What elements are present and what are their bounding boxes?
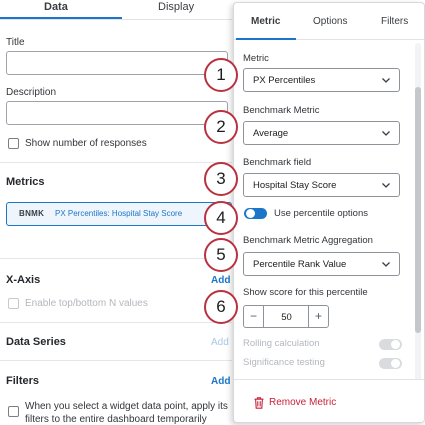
percentile-options-toggle[interactable] <box>244 208 267 219</box>
toggle-knob <box>246 209 255 218</box>
show-responses-label: Show number of responses <box>25 138 147 149</box>
metric-select[interactable]: PX Percentiles <box>243 68 400 92</box>
remove-metric-button[interactable]: Remove Metric <box>269 397 336 408</box>
panel-scrollbar-thumb[interactable] <box>415 87 421 333</box>
title-label: Title <box>6 37 25 48</box>
callout-1: 1 <box>204 58 238 92</box>
benchmark-field-label: Benchmark field <box>243 157 312 168</box>
benchmark-tag: BNMK <box>19 209 45 218</box>
tab-data[interactable]: Data <box>44 1 68 13</box>
metric-settings-panel: Metric Options Filters Metric PX Percent… <box>233 2 425 423</box>
percentile-stepper[interactable]: − 50 + <box>243 305 329 328</box>
metric-item-label: PX Percentiles: Hospital Stay Score <box>55 209 183 218</box>
benchmark-metric-select[interactable]: Average <box>243 121 400 145</box>
add-x-axis-link[interactable]: Add <box>211 275 230 286</box>
benchmark-field-value: Hospital Stay Score <box>253 180 337 191</box>
aggregation-select[interactable]: Percentile Rank Value <box>243 252 400 276</box>
aggregation-value: Percentile Rank Value <box>253 259 347 270</box>
tab-filters[interactable]: Filters <box>381 16 408 27</box>
benchmark-metric-label: Benchmark Metric <box>243 105 320 116</box>
section-divider <box>0 258 232 259</box>
active-tab-indicator <box>236 38 296 40</box>
data-series-section-title: Data Series <box>6 336 66 348</box>
add-filter-link[interactable]: Add <box>211 376 230 387</box>
panel-footer: Remove Metric <box>234 379 424 422</box>
tab-metric[interactable]: Metric <box>251 16 280 27</box>
callout-4: 4 <box>204 201 238 235</box>
tab-options[interactable]: Options <box>313 16 347 27</box>
filters-section-title: Filters <box>6 375 40 387</box>
panel-tab-bar: Metric Options Filters <box>234 3 424 40</box>
metric-item[interactable]: BNMK PX Percentiles: Hospital Stay Score <box>6 202 232 226</box>
left-tab-bar: Data Display <box>0 0 232 20</box>
x-axis-section-title: X-Axis <box>6 274 41 286</box>
active-tab-indicator <box>0 17 122 19</box>
rolling-calculation-toggle[interactable] <box>379 339 402 350</box>
description-input[interactable] <box>6 101 228 125</box>
decrement-button[interactable]: − <box>244 306 264 327</box>
section-divider <box>0 322 232 323</box>
callout-5: 5 <box>204 238 238 272</box>
section-divider <box>0 162 232 163</box>
title-input[interactable] <box>6 51 228 75</box>
topn-checkbox[interactable] <box>8 298 19 309</box>
metric-select-value: PX Percentiles <box>253 75 316 86</box>
benchmark-metric-value: Average <box>253 128 289 139</box>
topn-label: Enable top/bottom N values <box>25 298 148 309</box>
chevron-down-icon <box>382 183 390 188</box>
percentile-options-label: Use percentile options <box>274 208 368 219</box>
toggle-knob <box>391 359 400 368</box>
chevron-down-icon <box>382 78 390 83</box>
metrics-section-title: Metrics <box>6 176 45 188</box>
apply-filters-label: When you select a widget data point, app… <box>25 401 228 425</box>
callout-6: 6 <box>204 290 238 324</box>
increment-button[interactable]: + <box>308 306 328 327</box>
callout-3: 3 <box>204 162 238 196</box>
apply-filters-checkbox[interactable] <box>8 406 19 417</box>
tab-display[interactable]: Display <box>158 1 194 13</box>
significance-testing-toggle[interactable] <box>379 358 402 369</box>
metric-label: Metric <box>243 53 269 64</box>
callout-2: 2 <box>204 110 238 144</box>
section-divider <box>0 360 232 361</box>
add-data-series-link[interactable]: Add <box>211 337 229 348</box>
trash-icon[interactable] <box>254 397 264 409</box>
percentile-label: Show score for this percentile <box>243 287 368 298</box>
rolling-calculation-label: Rolling calculation <box>243 338 320 349</box>
significance-testing-label: Significance testing <box>243 357 325 368</box>
widget-editor-left-panel: Data Display Title Description Show numb… <box>0 0 232 425</box>
chevron-down-icon <box>382 262 390 267</box>
show-responses-checkbox[interactable] <box>8 138 19 149</box>
benchmark-field-select[interactable]: Hospital Stay Score <box>243 173 400 197</box>
description-label: Description <box>6 87 57 98</box>
percentile-value[interactable]: 50 <box>265 312 308 323</box>
toggle-knob <box>391 340 400 349</box>
aggregation-label: Benchmark Metric Aggregation <box>243 235 373 246</box>
chevron-down-icon <box>382 131 390 136</box>
